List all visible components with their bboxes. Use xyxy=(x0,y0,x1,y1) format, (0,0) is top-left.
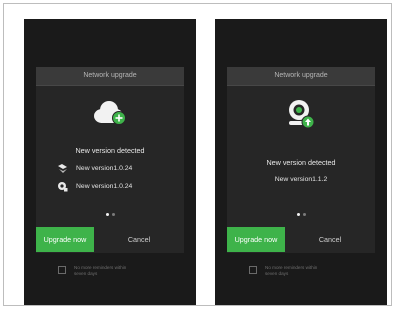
page-dot xyxy=(111,213,115,216)
version-row: New version1.0.24 xyxy=(56,180,132,192)
page-indicator xyxy=(36,213,184,216)
phone-screen-right: Network upgrade New version detected New… xyxy=(215,19,387,305)
dialog-title: Network upgrade xyxy=(36,67,184,86)
page-dot-active xyxy=(105,213,109,216)
hero-icon-wrap xyxy=(36,97,184,127)
dialog-title: Network upgrade xyxy=(227,67,375,86)
upgrade-now-button[interactable]: Upgrade now xyxy=(227,227,285,252)
version-text: New version1.0.24 xyxy=(76,182,133,190)
version-row: New version1.0.24 xyxy=(56,162,132,174)
upgrade-dialog: Network upgrade New version detected New… xyxy=(227,67,375,253)
phone-screen-left: Network upgrade New version detected New… xyxy=(24,19,196,305)
cancel-button[interactable]: Cancel xyxy=(285,227,375,252)
dialog-buttons: Upgrade now Cancel xyxy=(227,227,375,252)
remind-label: No more reminders within seven days xyxy=(265,265,318,276)
version-text: New version1.0.24 xyxy=(76,164,133,172)
remind-option: No more reminders within seven days xyxy=(58,265,136,277)
detected-text: New version detected xyxy=(75,146,145,155)
page-dot xyxy=(302,213,306,216)
remind-label: No more reminders within seven days xyxy=(74,265,127,276)
dialog-buttons: Upgrade now Cancel xyxy=(36,227,184,252)
cloud-plus-icon xyxy=(94,101,126,125)
camera-app-icon xyxy=(56,162,68,174)
remind-checkbox[interactable] xyxy=(249,266,257,274)
remind-option: No more reminders within seven days xyxy=(249,265,327,277)
detected-text: New version detected xyxy=(266,158,336,167)
cancel-button[interactable]: Cancel xyxy=(94,227,184,252)
remind-checkbox[interactable] xyxy=(58,266,66,274)
upgrade-now-button[interactable]: Upgrade now xyxy=(36,227,94,252)
hero-icon-wrap xyxy=(227,97,375,131)
upgrade-dialog: Network upgrade New version detected New… xyxy=(36,67,184,253)
device-upgrade-icon xyxy=(289,100,315,129)
gear-app-icon xyxy=(56,180,68,192)
page-indicator xyxy=(227,213,375,216)
outer-frame: Network upgrade New version detected New… xyxy=(3,3,392,306)
page-dot-active xyxy=(296,213,300,216)
version-text: New version1.1.2 xyxy=(274,176,328,183)
